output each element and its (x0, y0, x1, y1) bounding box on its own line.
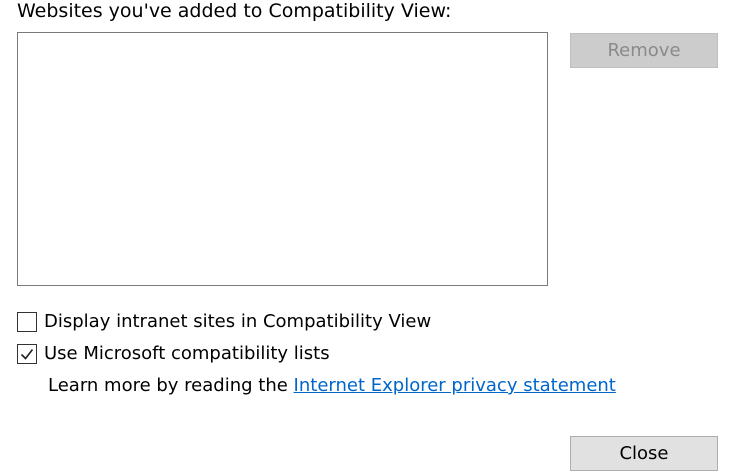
websites-list-label: Websites you've added to Compatibility V… (17, 0, 452, 22)
compatibility-view-settings-dialog: Websites you've added to Compatibility V… (0, 0, 731, 476)
remove-button[interactable]: Remove (570, 33, 718, 68)
mslists-checkbox[interactable] (17, 344, 37, 364)
intranet-option-row[interactable]: Display intranet sites in Compatibility … (17, 310, 431, 334)
close-button[interactable]: Close (570, 436, 718, 471)
learn-more-prefix: Learn more by reading the (48, 375, 288, 396)
mslists-option-row[interactable]: Use Microsoft compatibility lists (17, 342, 330, 366)
check-icon (20, 349, 34, 360)
intranet-checkbox-label[interactable]: Display intranet sites in Compatibility … (44, 310, 431, 334)
learn-more-text: Learn more by reading the Internet Explo… (48, 374, 616, 398)
mslists-checkbox-label[interactable]: Use Microsoft compatibility lists (44, 342, 330, 366)
intranet-checkbox[interactable] (17, 312, 37, 332)
privacy-statement-link[interactable]: Internet Explorer privacy statement (294, 375, 616, 396)
websites-list[interactable] (17, 32, 548, 286)
